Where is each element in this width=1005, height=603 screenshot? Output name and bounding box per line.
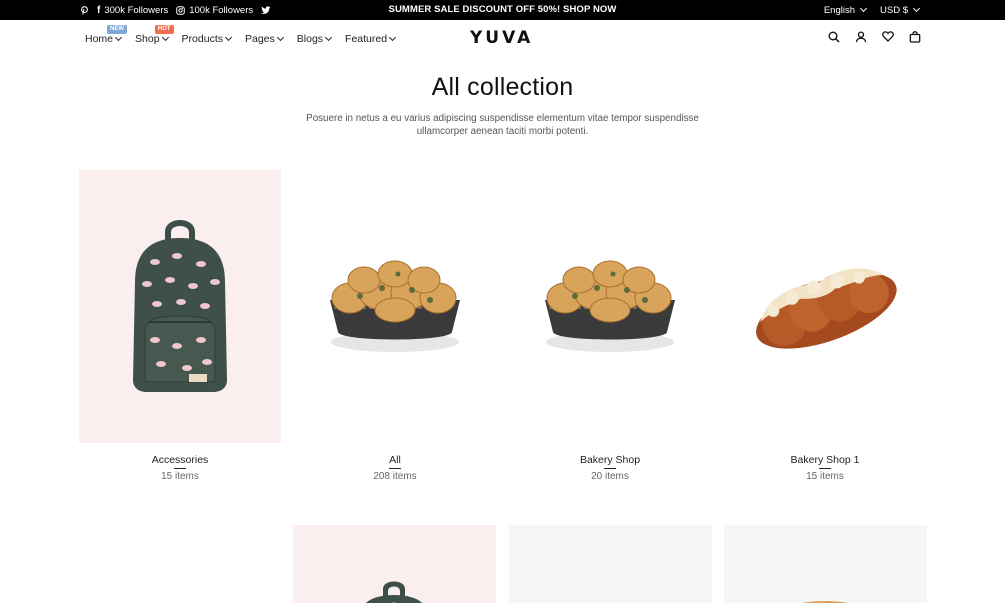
- nav-item-products[interactable]: Products: [181, 33, 233, 45]
- search-icon[interactable]: [827, 30, 840, 43]
- collection-count: 15 items: [806, 471, 844, 482]
- bread-image: [545, 260, 675, 352]
- collection-card-all[interactable]: All 208 items: [294, 170, 496, 482]
- site-logo[interactable]: YUVA: [470, 28, 533, 48]
- backpack-image: [366, 581, 422, 603]
- nav-item-home[interactable]: Home NEW: [85, 25, 128, 45]
- collection-image-bread-round[interactable]: [509, 170, 711, 443]
- site-header: Home NEW Shop HOT Products Pages Blogs F…: [0, 20, 1005, 60]
- collection-name[interactable]: Bakery Shop: [509, 454, 711, 469]
- wishlist-heart-icon[interactable]: [881, 30, 894, 43]
- cart-bag-icon[interactable]: [908, 30, 921, 43]
- collection-name[interactable]: Bakery Shop 1: [724, 454, 926, 469]
- bread-image: [330, 260, 460, 352]
- nav-item-label: Shop: [135, 33, 160, 45]
- collection-card-bakery-shop-1[interactable]: Bakery Shop 1 15 items: [724, 170, 926, 482]
- collection-image-backpack[interactable]: [79, 170, 281, 443]
- account-icon[interactable]: [854, 30, 867, 43]
- backpack-image: [133, 219, 227, 392]
- collection-card-row2-bread[interactable]: [724, 525, 927, 603]
- header-actions: [827, 30, 921, 43]
- preferences: English USD $: [823, 0, 921, 20]
- chevron-down-icon: [161, 33, 169, 42]
- language-value: English: [823, 4, 856, 16]
- chevron-down-icon: [912, 4, 921, 13]
- collection-name[interactable]: All: [294, 454, 496, 469]
- collection-name[interactable]: Accessories: [79, 454, 281, 469]
- collection-card-row2-placeholder[interactable]: [509, 525, 712, 603]
- collection-card-row2-backpack[interactable]: [293, 525, 496, 603]
- main-nav: Home NEW Shop HOT Products Pages Blogs F…: [85, 20, 397, 58]
- chevron-down-icon: [859, 4, 868, 13]
- chevron-down-icon: [224, 33, 233, 42]
- announcement-bar: f 300k Followers 100k Followers SUMMER S…: [0, 0, 1005, 20]
- chevron-down-icon: [324, 33, 333, 42]
- nav-item-pages[interactable]: Pages: [244, 33, 284, 45]
- hot-badge: HOT: [154, 25, 174, 34]
- new-badge: NEW: [107, 25, 128, 34]
- nav-item-label: Blogs: [296, 33, 324, 45]
- chevron-down-icon: [389, 33, 397, 42]
- nav-item-label: Home: [85, 33, 114, 45]
- nav-item-shop[interactable]: Shop HOT: [135, 25, 174, 45]
- page-description: Posuere in netus a eu varius adipiscing …: [306, 113, 699, 137]
- currency-selector[interactable]: USD $: [880, 4, 921, 16]
- collection-count: 208 items: [373, 471, 417, 482]
- page-title: All collection: [431, 73, 574, 101]
- chevron-down-icon: [276, 33, 284, 42]
- nav-item-label: Pages: [244, 33, 275, 45]
- chevron-down-icon: [114, 33, 123, 42]
- bread-image: [801, 601, 849, 603]
- collection-card-accessories[interactable]: Accessories 15 items: [79, 170, 281, 482]
- collection-count: 20 items: [591, 471, 629, 482]
- braided-bread-image: [756, 267, 897, 349]
- collection-image-bread-round[interactable]: [294, 170, 496, 443]
- collection-count: 15 items: [161, 471, 199, 482]
- nav-item-featured[interactable]: Featured: [345, 33, 397, 45]
- nav-item-blogs[interactable]: Blogs: [296, 33, 333, 45]
- nav-item-label: Featured: [345, 33, 388, 45]
- language-selector[interactable]: English: [823, 4, 868, 16]
- currency-value: USD $: [880, 4, 908, 16]
- collection-card-bakery-shop[interactable]: Bakery Shop 20 items: [509, 170, 711, 482]
- nav-item-label: Products: [181, 33, 223, 45]
- collection-image-bread-braided[interactable]: [724, 170, 926, 443]
